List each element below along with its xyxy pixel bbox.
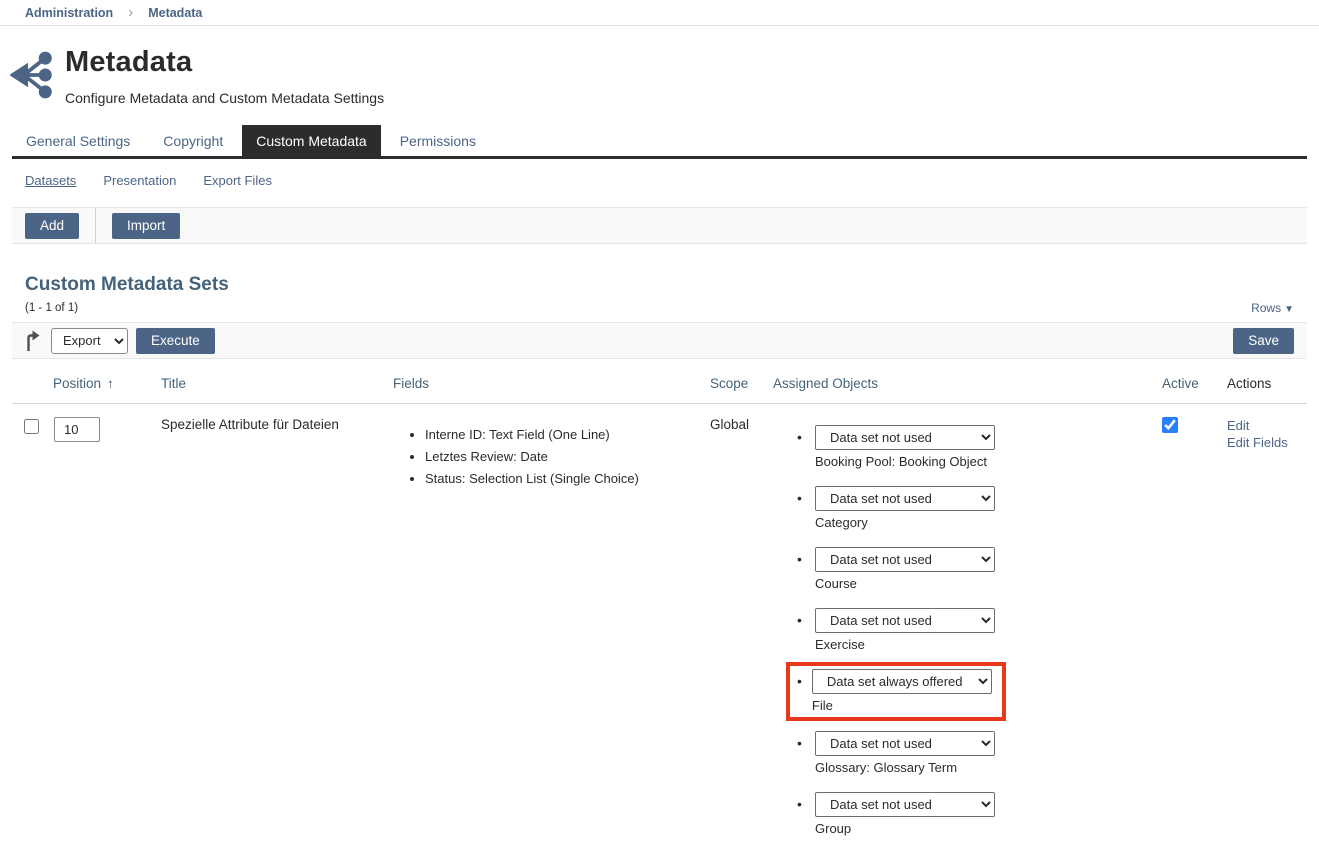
column-assigned-objects: Assigned Objects xyxy=(773,362,1162,404)
caret-down-icon: ▼ xyxy=(1284,304,1294,315)
breadcrumb-item-administration[interactable]: Administration xyxy=(25,6,113,20)
table-toolbar: Export Execute Save xyxy=(12,322,1307,359)
column-position[interactable]: Position↑ xyxy=(53,362,161,404)
assigned-object-select-group[interactable]: Data set not used xyxy=(815,792,995,817)
column-actions: Actions xyxy=(1227,362,1307,404)
result-range: (1 - 1 of 1) xyxy=(25,302,78,314)
toolbar-divider xyxy=(95,208,96,243)
assigned-object-label: Category xyxy=(815,515,995,530)
page-header: Metadata Configure Metadata and Custom M… xyxy=(0,26,1319,106)
actions-toolbar: Add Import xyxy=(12,207,1307,244)
breadcrumb: Administration › Metadata xyxy=(0,0,1319,26)
bullet-icon: • xyxy=(797,673,802,713)
row-scope: Global xyxy=(710,404,773,853)
edit-link[interactable]: Edit xyxy=(1227,417,1307,434)
assigned-object-select-glossary[interactable]: Data set not used xyxy=(815,731,995,756)
assigned-object-select-exercise[interactable]: Data set not used xyxy=(815,608,995,633)
assigned-object-course: • Data set not used Course xyxy=(773,547,1162,591)
assigned-object-select-category[interactable]: Data set not used xyxy=(815,486,995,511)
assigned-object-select-booking-pool[interactable]: Data set not used xyxy=(815,425,995,450)
add-button[interactable]: Add xyxy=(25,213,79,239)
table-header-row: Position↑ Title Fields Scope Assigned Ob… xyxy=(12,362,1307,404)
breadcrumb-separator-icon: › xyxy=(128,5,133,20)
assigned-object-select-file[interactable]: Data set always offered xyxy=(812,669,992,694)
table-title: Custom Metadata Sets xyxy=(25,274,1294,296)
column-fields: Fields xyxy=(393,362,710,404)
subtab-datasets[interactable]: Datasets xyxy=(25,173,76,188)
page-title: Metadata xyxy=(65,46,384,79)
assigned-object-label: Exercise xyxy=(815,637,995,652)
bullet-icon: • xyxy=(797,429,805,469)
tab-general-settings[interactable]: General Settings xyxy=(12,125,144,156)
tab-permissions[interactable]: Permissions xyxy=(386,125,490,156)
fields-list: Interne ID: Text Field (One Line) Letzte… xyxy=(393,426,710,488)
bullet-icon: • xyxy=(797,490,805,530)
bullet-icon: • xyxy=(797,796,805,836)
tab-custom-metadata[interactable]: Custom Metadata xyxy=(242,125,381,156)
custom-metadata-table: Position↑ Title Fields Scope Assigned Ob… xyxy=(12,362,1307,853)
bulk-action-select[interactable]: Export xyxy=(51,328,128,354)
position-input[interactable] xyxy=(54,417,100,442)
main-tabbar: General Settings Copyright Custom Metada… xyxy=(12,125,1307,159)
subtabbar: Datasets Presentation Export Files xyxy=(0,159,1319,200)
assigned-object-select-course[interactable]: Data set not used xyxy=(815,547,995,572)
column-active: Active xyxy=(1162,362,1227,404)
assigned-object-label: Group xyxy=(815,821,995,836)
assigned-object-booking-pool: • Data set not used Booking Pool: Bookin… xyxy=(773,425,1162,469)
table-section-header: Custom Metadata Sets (1 - 1 of 1) Rows▼ xyxy=(25,274,1294,315)
sort-asc-icon: ↑ xyxy=(107,376,114,391)
row-title: Spezielle Attribute für Dateien xyxy=(161,404,393,853)
assigned-object-group: • Data set not used Group xyxy=(773,792,1162,836)
breadcrumb-item-metadata[interactable]: Metadata xyxy=(148,6,202,20)
page-subtitle: Configure Metadata and Custom Metadata S… xyxy=(65,90,384,106)
import-button[interactable]: Import xyxy=(112,213,180,239)
assigned-object-label: File xyxy=(812,698,992,713)
execute-button[interactable]: Execute xyxy=(136,328,215,354)
move-arrow-icon xyxy=(25,330,40,351)
metadata-share-icon xyxy=(10,49,56,101)
field-item: Interne ID: Text Field (One Line) xyxy=(425,426,710,444)
assigned-object-label: Booking Pool: Booking Object xyxy=(815,454,995,469)
assigned-object-exercise: • Data set not used Exercise xyxy=(773,608,1162,652)
bullet-icon: • xyxy=(797,612,805,652)
assigned-object-label: Glossary: Glossary Term xyxy=(815,760,995,775)
field-item: Letztes Review: Date xyxy=(425,448,710,466)
save-button[interactable]: Save xyxy=(1233,328,1294,354)
select-all-column xyxy=(12,362,53,404)
bullet-icon: • xyxy=(797,735,805,775)
field-item: Status: Selection List (Single Choice) xyxy=(425,470,710,488)
rows-dropdown[interactable]: Rows▼ xyxy=(1251,301,1294,315)
row-select-checkbox[interactable] xyxy=(24,419,39,434)
subtab-presentation[interactable]: Presentation xyxy=(103,173,176,188)
assigned-object-file-highlighted: • Data set always offered File xyxy=(786,662,1006,721)
tab-copyright[interactable]: Copyright xyxy=(149,125,237,156)
subtab-export-files[interactable]: Export Files xyxy=(203,173,272,188)
table-row: Spezielle Attribute für Dateien Interne … xyxy=(12,404,1307,853)
edit-fields-link[interactable]: Edit Fields xyxy=(1227,434,1307,451)
bullet-icon: • xyxy=(797,551,805,591)
column-scope: Scope xyxy=(710,362,773,404)
assigned-objects-list: • Data set not used Booking Pool: Bookin… xyxy=(773,425,1162,836)
active-checkbox[interactable] xyxy=(1162,417,1178,433)
assigned-object-label: Course xyxy=(815,576,995,591)
assigned-object-category: • Data set not used Category xyxy=(773,486,1162,530)
column-title: Title xyxy=(161,362,393,404)
assigned-object-glossary: • Data set not used Glossary: Glossary T… xyxy=(773,731,1162,775)
